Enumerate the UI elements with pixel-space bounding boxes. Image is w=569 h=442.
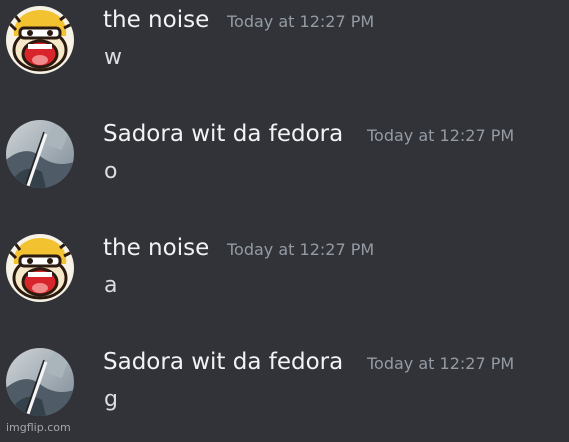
imgflip-watermark: imgflip.com: [6, 421, 71, 434]
message-text: a: [104, 273, 118, 298]
chat-message: the noise Today at 12:27 PM a: [0, 228, 569, 328]
avatar[interactable]: [6, 234, 74, 302]
chat-message: the noise Today at 12:27 PM w: [0, 0, 569, 100]
noise-face-avatar-icon: [6, 6, 74, 74]
timestamp[interactable]: Today at 12:27 PM: [367, 354, 514, 374]
username[interactable]: Sadora wit da fedora: [103, 348, 343, 376]
avatar[interactable]: [6, 348, 74, 416]
timestamp[interactable]: Today at 12:27 PM: [227, 12, 374, 32]
message-text: g: [104, 387, 118, 412]
avatar[interactable]: [6, 120, 74, 188]
avatar[interactable]: [6, 6, 74, 74]
message-text: o: [104, 159, 118, 184]
username[interactable]: the noise: [103, 234, 209, 262]
sadora-avatar-icon: [6, 120, 74, 188]
chat-message: Sadora wit da fedora Today at 12:27 PM o: [0, 114, 569, 214]
noise-face-avatar-icon: [6, 234, 74, 302]
chat-message: Sadora wit da fedora Today at 12:27 PM g: [0, 342, 569, 442]
username[interactable]: Sadora wit da fedora: [103, 120, 343, 148]
sadora-avatar-icon: [6, 348, 74, 416]
username[interactable]: the noise: [103, 6, 209, 34]
timestamp[interactable]: Today at 12:27 PM: [367, 126, 514, 146]
chat-message-list: the noise Today at 12:27 PM w Sadora wit…: [0, 0, 569, 438]
message-text: w: [104, 45, 122, 70]
timestamp[interactable]: Today at 12:27 PM: [227, 240, 374, 260]
